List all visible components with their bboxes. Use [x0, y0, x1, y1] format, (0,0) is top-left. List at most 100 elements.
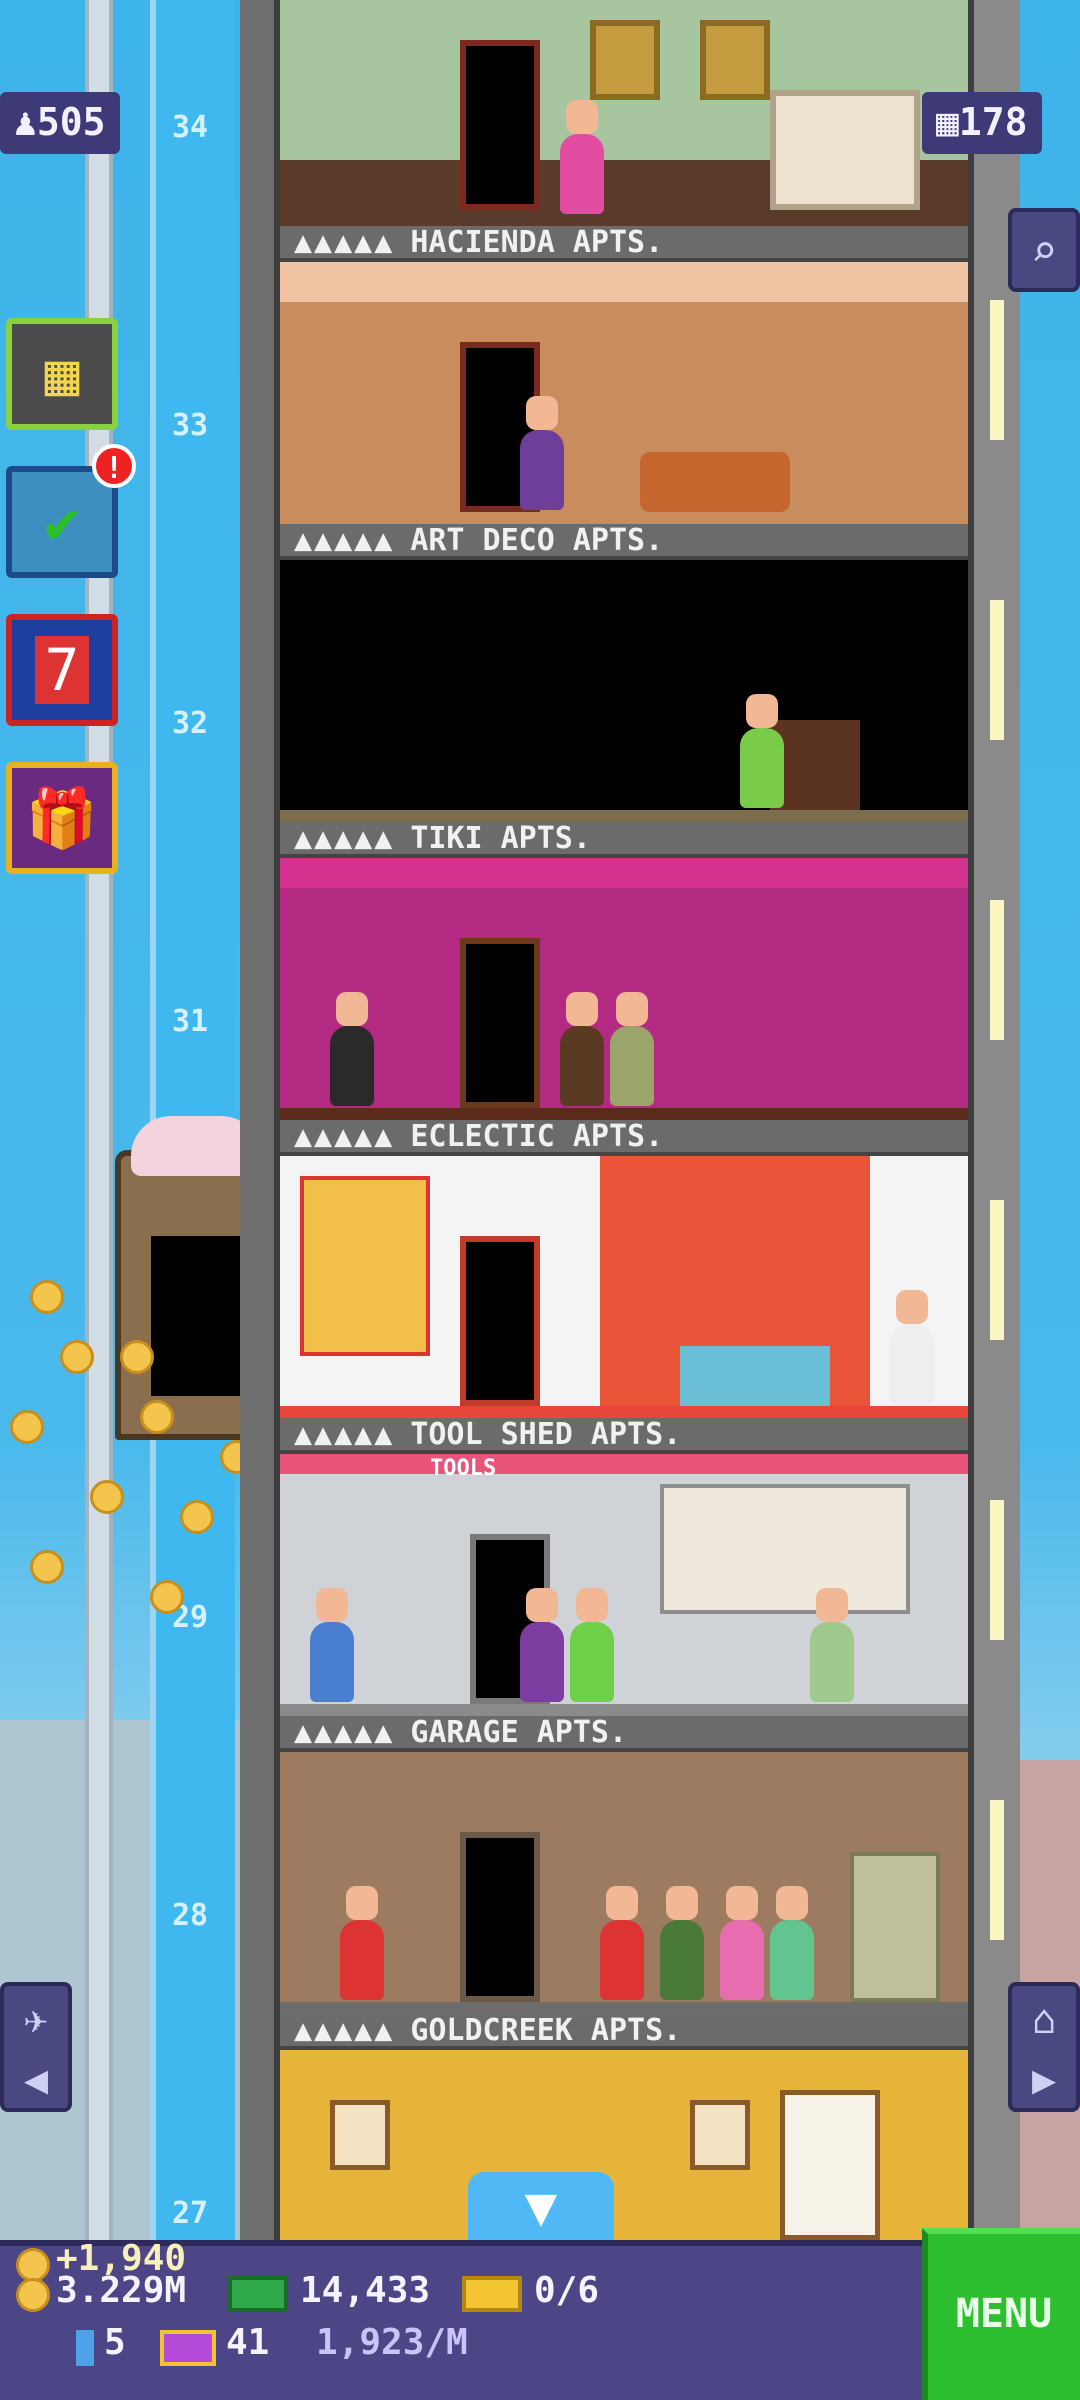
bux-icon [228, 2276, 288, 2312]
coin-icon [120, 1340, 154, 1374]
floor-label: ▲▲▲▲▲ GARAGE APTS. [280, 1716, 968, 1752]
bitizen[interactable] [520, 396, 564, 510]
floor-tiki[interactable]: ▲▲▲▲▲ TIKI APTS. [280, 822, 968, 1122]
coin-icon [180, 1500, 214, 1534]
room-door [460, 938, 540, 1108]
floor-label: ▲▲▲▲▲ ECLECTIC APTS. [280, 1120, 968, 1156]
arrow-left-icon: ◀ [23, 2057, 49, 2103]
floor-eclectic[interactable]: ▲▲▲▲▲ ECLECTIC APTS. [280, 1120, 968, 1420]
room-interior [280, 858, 968, 1122]
coin-icon [60, 1340, 94, 1374]
build-floor-icon: ▦ [44, 340, 80, 408]
population-counter[interactable]: ♟505 [0, 92, 120, 154]
menu-button[interactable]: MENU [922, 2228, 1080, 2400]
coin-total: 3.229M [56, 2270, 187, 2311]
coin-icon [10, 1410, 44, 1444]
sofa [680, 1346, 830, 1406]
portrait-frame [590, 20, 660, 100]
bitizen[interactable] [720, 1886, 764, 2000]
window [780, 2090, 880, 2240]
search-button[interactable]: ⌕ [1008, 208, 1080, 292]
coin-icon [140, 1400, 174, 1434]
bitizen[interactable] [810, 1588, 854, 1702]
room-door [460, 1832, 540, 2002]
window-light [990, 1500, 1004, 1640]
coin-icon [90, 1480, 124, 1514]
floor-art-deco[interactable]: ▲▲▲▲▲ ART DECO APTS. [280, 524, 968, 824]
sofa [640, 452, 790, 512]
floor-label: ▲▲▲▲▲ HACIENDA APTS. [280, 226, 968, 262]
lobby-nav-button[interactable]: ✈ ◀ [0, 1982, 72, 2112]
floor-label: ▲▲▲▲▲ GOLDCREEK APTS. [280, 2014, 968, 2050]
chevron-down-icon: ▼ [524, 2175, 558, 2238]
income-rate: 1,923/M [316, 2322, 468, 2363]
bitizen[interactable] [310, 1588, 354, 1702]
window-light [990, 1200, 1004, 1340]
bitizen[interactable] [610, 992, 654, 1106]
room-interior [280, 262, 968, 526]
room-interior [280, 1752, 968, 2016]
bitizen[interactable] [520, 1588, 564, 1702]
notification-badge: ! [92, 444, 136, 488]
build-button[interactable]: ▦ [6, 318, 118, 430]
floor-number: 32 [171, 706, 209, 741]
bitizen[interactable] [600, 1886, 644, 2000]
gift-icon: 🎁 [25, 783, 99, 852]
bitizen[interactable] [660, 1886, 704, 2000]
bitizen[interactable] [740, 694, 784, 808]
room-door [460, 40, 540, 210]
floor-tool-shed[interactable]: ▲▲▲▲▲ TOOL SHED APTS. TOOLS [280, 1418, 968, 1718]
airplane-icon: ✈ [23, 1997, 49, 2043]
floor-goldcreek[interactable]: ▲▲▲▲▲ GOLDCREEK APTS. [280, 2014, 968, 2240]
room-interior [280, 2050, 968, 2240]
floor-number: 33 [171, 408, 209, 443]
gift-button[interactable]: 🎁 [6, 762, 118, 874]
person-icon: ♟ [14, 100, 37, 144]
coin-icon [16, 2248, 50, 2282]
tools-sign: TOOLS [430, 1456, 497, 1481]
calendar-button[interactable]: 7 [6, 614, 118, 726]
wall-art [300, 1176, 430, 1356]
arrow-right-icon: ▶ [1031, 2057, 1057, 2103]
floor-label: ▲▲▲▲▲ TOOL SHED APTS. [280, 1418, 968, 1454]
bitizen[interactable] [770, 1886, 814, 2000]
floor-room-top[interactable] [280, 0, 968, 230]
home-icon: ⌂ [1031, 1997, 1057, 2043]
home-nav-button[interactable]: ⌂ ▶ [1008, 1982, 1080, 2112]
floor-number: 34 [171, 110, 209, 145]
room-interior [280, 560, 968, 824]
bitizen[interactable] [570, 1588, 614, 1702]
coin-icon [150, 1580, 184, 1614]
window-light [990, 900, 1004, 1040]
floor-label: ▲▲▲▲▲ TIKI APTS. [280, 822, 968, 858]
floor-number: 31 [171, 1004, 209, 1039]
floor-number: 28 [171, 1898, 209, 1933]
bitizen[interactable] [340, 1886, 384, 2000]
bitizen[interactable] [560, 100, 604, 214]
floor-garage[interactable]: ▲▲▲▲▲ GARAGE APTS. [280, 1716, 968, 2016]
scroll-down-button[interactable]: ▼ [468, 2172, 614, 2242]
picture-frame [690, 2100, 750, 2170]
floor-number: 27 [171, 2196, 209, 2231]
vip-count: 41 [226, 2322, 270, 2363]
search-icon: ⌕ [1030, 226, 1058, 277]
window-light [990, 300, 1004, 440]
coin-icon [30, 1550, 64, 1584]
bitizen[interactable] [330, 992, 374, 1106]
elevator-door [151, 1236, 241, 1396]
missions-icon: ✔ [44, 488, 80, 556]
fridge [850, 1852, 940, 2002]
ticket-icon [462, 2276, 522, 2312]
bitizen[interactable] [560, 992, 604, 1106]
calendar-icon: 7 [34, 636, 90, 704]
tower-left-wall [240, 0, 280, 2240]
coin-icon [30, 1280, 64, 1314]
fireplace [770, 90, 920, 210]
bitizen[interactable] [890, 1290, 934, 1404]
floor-label: ▲▲▲▲▲ ART DECO APTS. [280, 524, 968, 560]
floor-hacienda[interactable]: ▲▲▲▲▲ HACIENDA APTS. [280, 226, 968, 526]
bitizen-blue-icon [76, 2330, 94, 2366]
floor-counter[interactable]: ▦178 [922, 92, 1042, 154]
pegboard [660, 1484, 910, 1614]
window-light [990, 600, 1004, 740]
